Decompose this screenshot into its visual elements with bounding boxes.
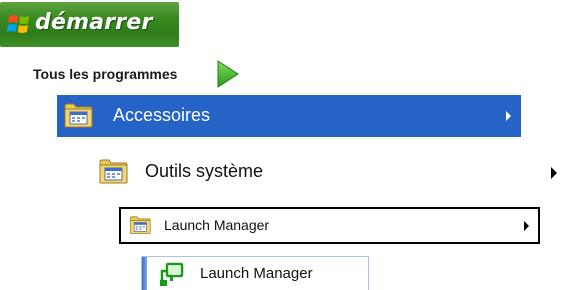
- menu-item-label: Launch Manager: [164, 217, 270, 233]
- start-label: démarrer: [35, 10, 153, 35]
- windows-flag-icon: [6, 15, 30, 33]
- program-folder-icon: [64, 103, 93, 128]
- menu-item-label: Accessoires: [113, 105, 211, 125]
- menu-item-accessories[interactable]: Accessoires: [57, 95, 521, 137]
- submenu-arrow-icon: [506, 111, 511, 121]
- menu-item-launch-manager-app[interactable]: Launch Manager: [141, 256, 369, 290]
- submenu-arrow-icon: [524, 221, 529, 231]
- submenu-arrow-icon: [551, 167, 557, 179]
- menu-item-launch-manager-folder[interactable]: Launch Manager: [119, 207, 540, 244]
- menu-edge-strip: [142, 257, 147, 290]
- program-folder-icon: [99, 159, 128, 184]
- start-button[interactable]: démarrer: [0, 2, 179, 47]
- all-programs-label: Tous les programmes: [33, 66, 178, 82]
- program-folder-icon: [130, 216, 151, 234]
- launch-manager-app-icon: [160, 262, 184, 286]
- menu-item-system-tools[interactable]: Outils système: [96, 153, 561, 193]
- menu-item-label: Outils système: [145, 161, 264, 181]
- menu-item-label: Launch Manager: [200, 265, 313, 282]
- green-arrow-right-icon: [217, 60, 239, 88]
